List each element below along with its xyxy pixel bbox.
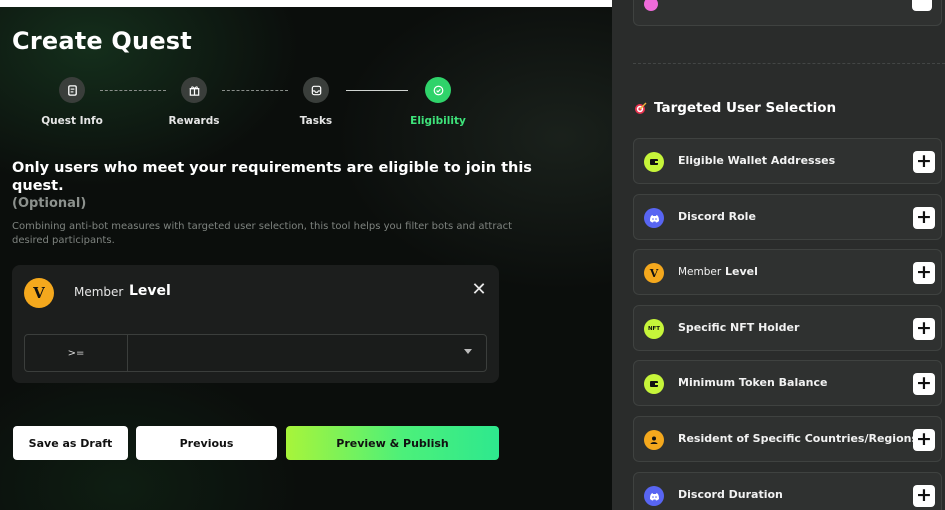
document-icon [59,77,85,103]
quest-editor-panel: Create Quest Quest Info Rewards Tasks El… [0,7,612,510]
v-badge-icon: V [24,278,54,308]
section-title: Targeted User Selection [634,100,836,116]
step-label: Rewards [168,115,220,127]
list-item [633,0,942,26]
item-icon [644,0,658,11]
sidebar-item-nft-holder[interactable]: NFT Specific NFT Holder + [633,305,942,351]
step-rewards[interactable]: Rewards [134,77,254,127]
sidebar-item-label: Member Level [678,265,758,278]
step-eligibility[interactable]: Eligibility [378,77,498,127]
step-quest-info[interactable]: Quest Info [12,77,132,127]
previous-button[interactable]: Previous [136,426,277,460]
sidebar-item-label: Discord Role [678,210,756,223]
sidebar-item-label: Discord Duration [678,488,783,501]
tasks-icon [303,77,329,103]
discord-icon [644,486,664,506]
v-badge-icon: V [644,263,664,283]
add-button[interactable]: + [913,262,935,284]
step-label: Tasks [299,115,333,127]
sidebar-item-discord-duration[interactable]: Discord Duration + [633,472,942,510]
operator-select[interactable]: >= [25,335,128,371]
sidebar-item-wallet-addresses[interactable]: Eligible Wallet Addresses + [633,138,942,184]
optional-label: (Optional) [12,196,87,211]
level-condition-row: >= [24,334,487,372]
member-label: Member [74,285,124,299]
intro-description: Combining anti-bot measures with targete… [12,221,512,246]
check-circle-icon [425,77,451,103]
add-button[interactable]: + [913,151,935,173]
sidebar-item-label: Resident of Specific Countries/Regions [678,432,919,445]
discord-icon [644,208,664,228]
close-icon[interactable]: ✕ [470,281,488,299]
page-title: Create Quest [12,27,192,55]
stepper: Quest Info Rewards Tasks Eligibility [0,77,520,137]
sidebar-item-token-balance[interactable]: Minimum Token Balance + [633,360,942,406]
nft-icon: NFT [644,319,664,339]
save-draft-button[interactable]: Save as Draft [13,426,128,460]
step-tasks[interactable]: Tasks [256,77,376,127]
sidebar-item-countries-regions[interactable]: Resident of Specific Countries/Regions + [633,416,942,462]
sidebar-item-member-level[interactable]: V Member Level + [633,249,942,295]
location-icon [644,430,664,450]
preview-publish-button[interactable]: Preview & Publish [286,426,499,460]
member-level-condition-card: V Member Level ✕ >= [12,265,499,383]
targeting-sidebar: Targeted User Selection Eligible Wallet … [612,0,945,510]
level-value-dropdown[interactable] [129,335,486,371]
token-icon [644,374,664,394]
target-icon [635,102,647,114]
add-button[interactable]: + [913,207,935,229]
level-label: Level [129,283,171,299]
add-button[interactable]: + [913,485,935,507]
step-label: Quest Info [41,115,103,127]
divider [633,63,945,64]
wallet-icon [644,152,664,172]
gift-icon [181,77,207,103]
intro-heading: Only users who meet your requirements ar… [12,160,532,194]
add-button[interactable]: + [913,373,935,395]
chevron-down-icon [464,349,472,354]
eligibility-intro: Only users who meet your requirements ar… [12,159,572,248]
sidebar-item-label: Eligible Wallet Addresses [678,154,836,167]
sidebar-item-label: Specific NFT Holder [678,321,800,334]
add-button[interactable] [912,0,932,11]
add-button[interactable]: + [913,429,935,451]
step-label: Eligibility [410,115,466,127]
sidebar-item-discord-role[interactable]: Discord Role + [633,194,942,240]
sidebar-item-label: Minimum Token Balance [678,376,828,389]
add-button[interactable]: + [913,318,935,340]
